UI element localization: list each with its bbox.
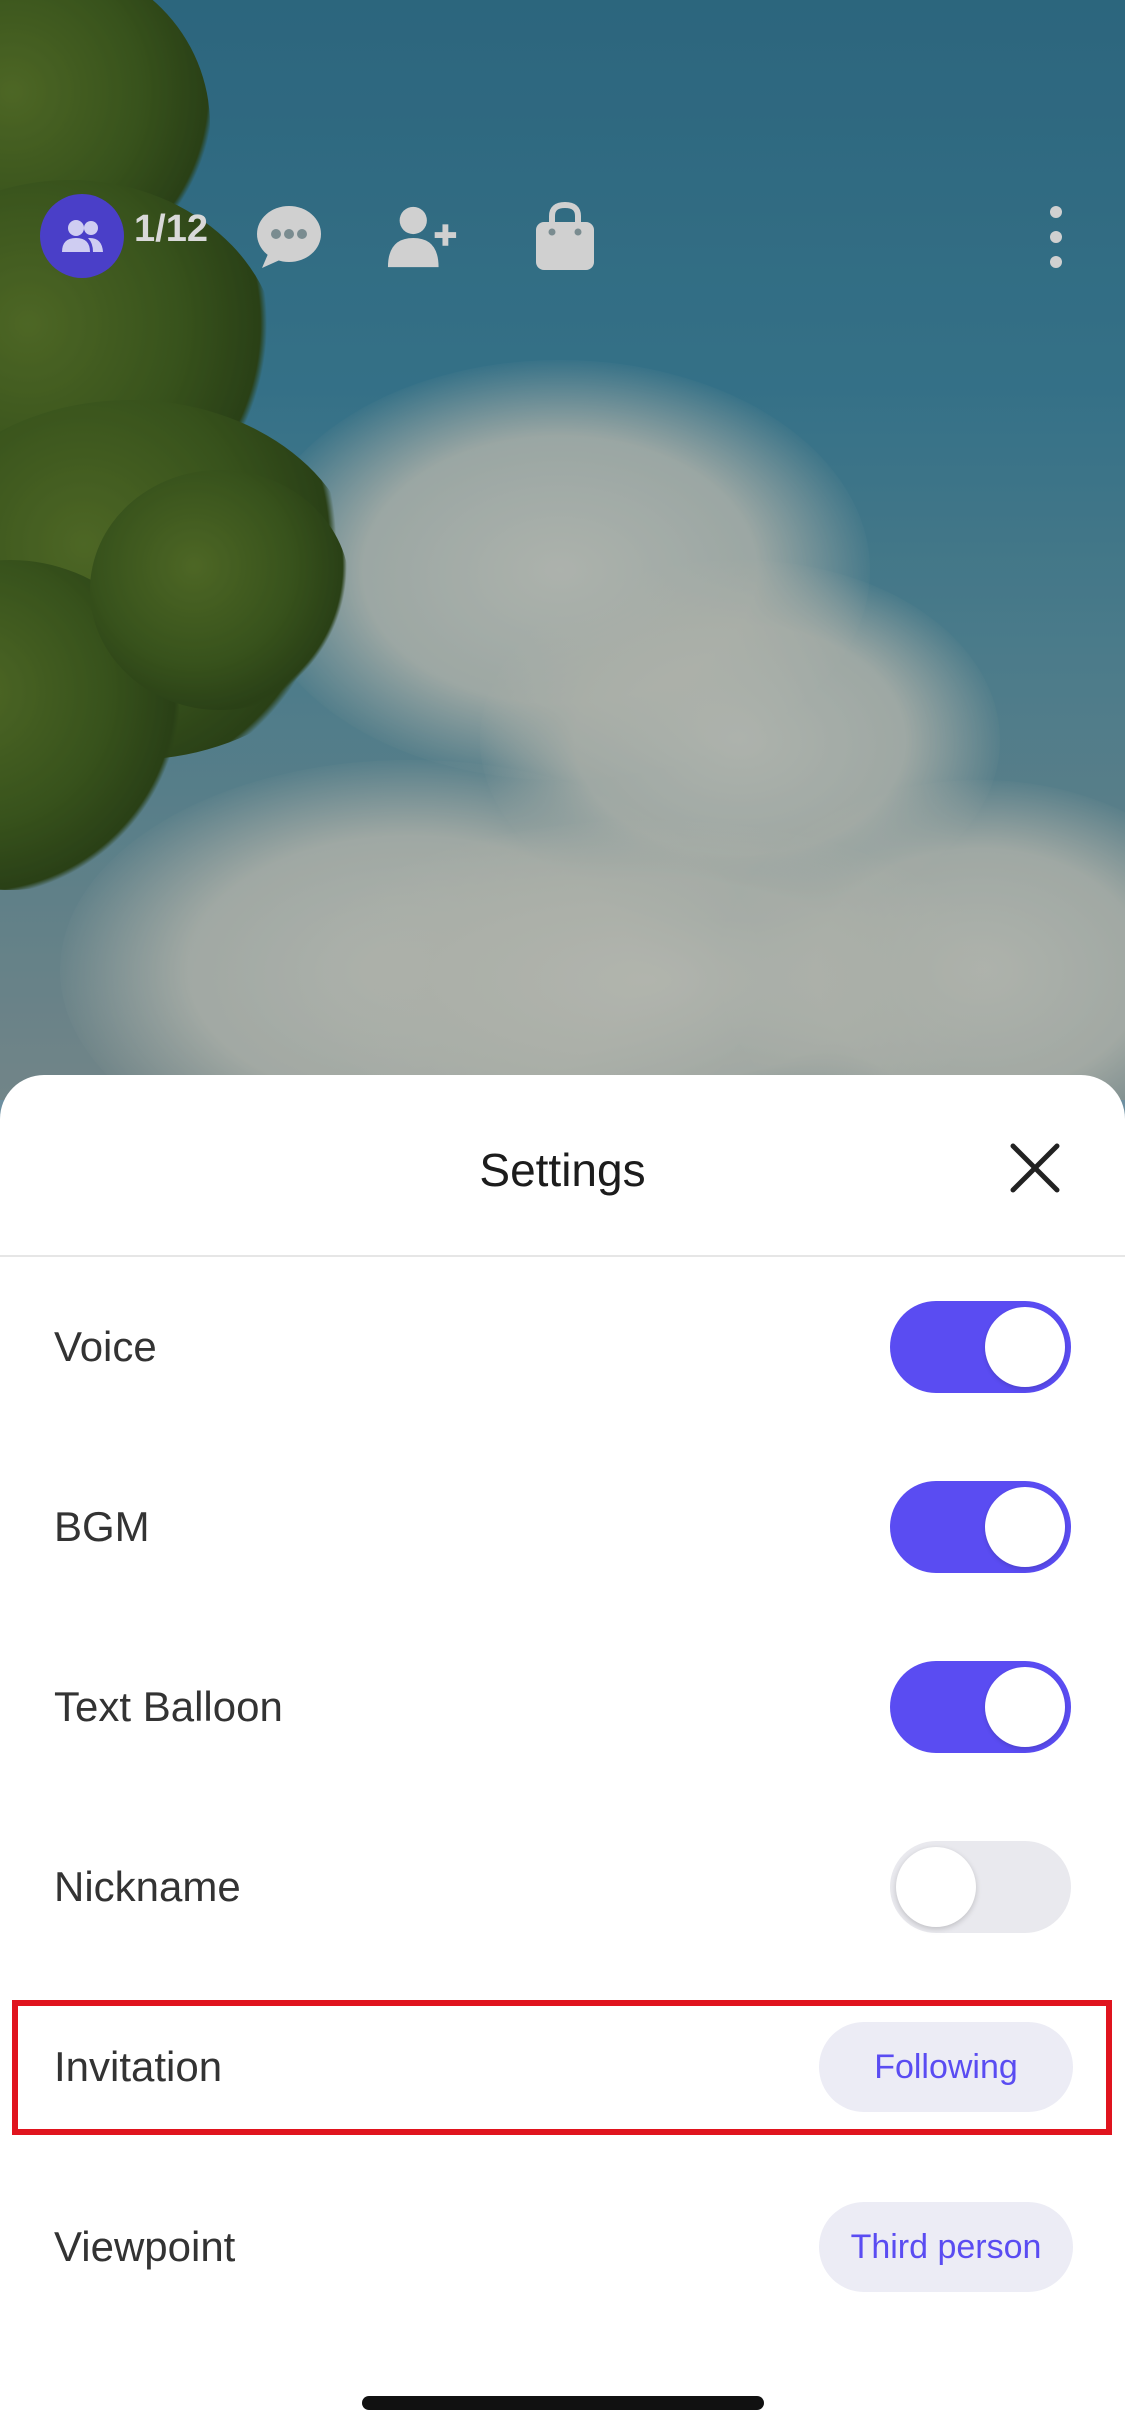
people-button[interactable] — [40, 194, 124, 278]
toggle-knob — [896, 1847, 976, 1927]
setting-row-viewpoint: Viewpoint Third person — [0, 2172, 1125, 2322]
more-options-button[interactable] — [1036, 202, 1076, 272]
settings-title: Settings — [479, 1144, 646, 1196]
toggle-knob — [985, 1487, 1065, 1567]
game-scene-background — [0, 0, 1125, 1100]
setting-row-voice: Voice — [0, 1272, 1125, 1422]
text-balloon-toggle[interactable] — [890, 1661, 1071, 1753]
shop-button[interactable] — [528, 200, 602, 274]
viewpoint-option-button[interactable]: Third person — [819, 2202, 1073, 2292]
people-icon — [62, 220, 103, 252]
add-friend-icon — [387, 206, 457, 268]
setting-label-viewpoint: Viewpoint — [54, 2223, 236, 2270]
voice-toggle[interactable] — [890, 1301, 1071, 1393]
setting-row-text-balloon: Text Balloon — [0, 1632, 1125, 1782]
close-button[interactable] — [1003, 1136, 1067, 1200]
highlight-box — [12, 2000, 1112, 2135]
settings-sheet: Settings Voice BGM Text Balloon Nickname… — [0, 1075, 1125, 2436]
chat-icon — [257, 206, 321, 268]
home-indicator[interactable] — [362, 2396, 764, 2410]
nickname-toggle[interactable] — [890, 1841, 1071, 1933]
player-count: 1/12 — [134, 208, 208, 250]
setting-row-bgm: BGM — [0, 1452, 1125, 1602]
setting-label-nickname: Nickname — [54, 1863, 241, 1910]
setting-label-voice: Voice — [54, 1323, 157, 1370]
setting-label-bgm: BGM — [54, 1503, 150, 1550]
setting-row-nickname: Nickname — [0, 1812, 1125, 1962]
bgm-toggle[interactable] — [890, 1481, 1071, 1573]
toggle-knob — [985, 1307, 1065, 1387]
settings-header: Settings — [0, 1075, 1125, 1257]
toggle-knob — [985, 1667, 1065, 1747]
close-icon — [1010, 1143, 1060, 1193]
more-vertical-icon — [1050, 206, 1062, 268]
chat-button[interactable] — [252, 200, 326, 274]
add-friend-button[interactable] — [386, 200, 460, 274]
setting-label-text-balloon: Text Balloon — [54, 1683, 283, 1730]
shop-bag-icon — [536, 202, 594, 270]
top-hud: 1/12 — [0, 190, 1125, 280]
